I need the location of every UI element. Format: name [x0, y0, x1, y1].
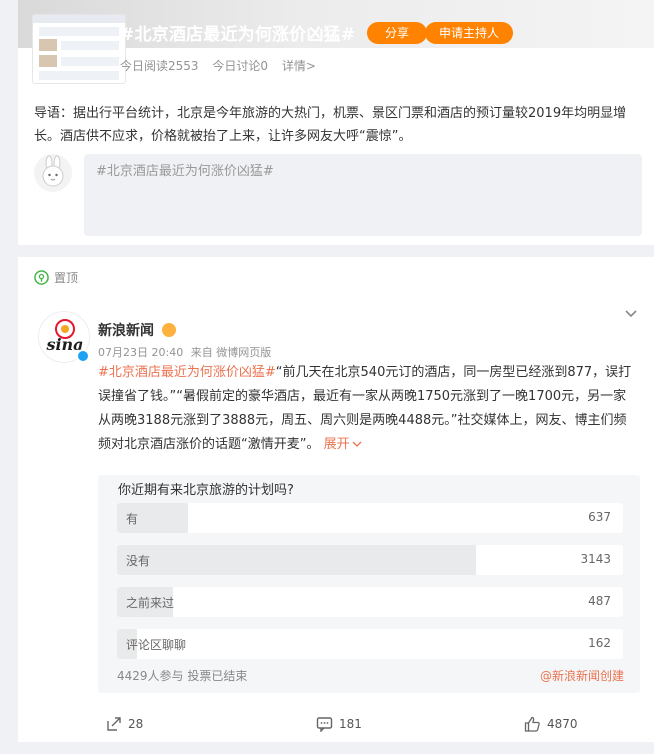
hashtag-link[interactable]: #北京酒店最近为何涨价凶猛#	[98, 365, 276, 380]
poll-question: 你近期有来北京旅游的计划吗?	[118, 483, 294, 498]
discuss-count: 今日讨论0	[212, 59, 269, 73]
badge-icon	[161, 323, 176, 337]
chevron-down-icon[interactable]	[624, 307, 638, 323]
topic-title: #北京酒店最近为何涨价凶猛#	[120, 25, 356, 45]
like-button[interactable]: 4870	[524, 716, 578, 732]
post-time[interactable]: 07月23日 20:40	[98, 346, 183, 359]
share-icon	[107, 717, 121, 731]
verified-icon	[76, 349, 90, 363]
expand-link[interactable]: 展开	[324, 437, 362, 452]
pin-label: 置顶	[54, 271, 79, 285]
poll-option-label: 有	[126, 512, 139, 526]
poll-option-count: 637	[588, 510, 611, 524]
share-button[interactable]: 分享	[367, 22, 427, 44]
poll-footer: 4429人参与 投票已结束	[117, 669, 248, 683]
poll-option-label: 没有	[126, 554, 151, 568]
poll-option[interactable]: 没有 3143	[117, 545, 623, 575]
post-meta: 07月23日 20:40 来自 微博网页版	[98, 344, 275, 360]
post-body: #北京酒店最近为何涨价凶猛#“前几天在北京540元订的酒店，同一房型已经涨到87…	[98, 361, 632, 457]
comment-icon	[316, 717, 333, 732]
poll-option-count: 3143	[580, 552, 611, 566]
comment-count: 181	[339, 717, 362, 731]
topic-card: #北京酒店最近为何涨价凶猛# 分享 申请主持人 今日阅读2553 今日讨论0 详…	[18, 0, 654, 245]
author-name[interactable]: 新浪新闻	[98, 320, 176, 340]
post-source: 来自 微博网页版	[190, 346, 272, 359]
poll-option-label: 评论区聊聊	[126, 638, 187, 652]
poll-option[interactable]: 评论区聊聊 162	[117, 629, 623, 659]
bunny-avatar-icon	[42, 155, 64, 187]
poll-option-label: 之前来过	[126, 596, 175, 610]
poll-option-count: 487	[588, 594, 611, 608]
thumbs-up-icon	[524, 716, 540, 732]
user-avatar	[34, 154, 72, 192]
repost-count: 28	[128, 717, 144, 731]
expand-chevron-icon	[352, 441, 362, 447]
like-count: 4870	[547, 717, 578, 731]
details-link[interactable]: 详情>	[282, 59, 316, 73]
poll-option-fill	[117, 545, 477, 575]
apply-host-button[interactable]: 申请主持人	[425, 22, 513, 44]
topic-stats: 今日阅读2553 今日讨论0 详情>	[120, 57, 326, 74]
topic-intro: 导语：据出行平台统计，北京是今年旅游的大热门，机票、景区门票和酒店的预订量较20…	[34, 106, 627, 144]
read-count: 今日阅读2553	[120, 59, 199, 73]
poll-option[interactable]: 之前来过 487	[117, 587, 623, 617]
pin-icon	[34, 270, 49, 285]
pinned-indicator: 置顶	[34, 269, 78, 286]
poll: 你近期有来北京旅游的计划吗? 有 637 没有 3143 之前来过 487 评论…	[98, 475, 640, 693]
compose-input[interactable]: #北京酒店最近为何涨价凶猛#	[84, 154, 642, 236]
topic-thumbnail	[32, 14, 126, 84]
repost-button[interactable]: 28	[106, 716, 143, 732]
poll-creator-link[interactable]: @新浪新闻创建	[540, 667, 624, 684]
poll-option-count: 162	[588, 636, 611, 650]
comment-button[interactable]: 181	[316, 716, 362, 732]
poll-option[interactable]: 有 637	[117, 503, 623, 533]
